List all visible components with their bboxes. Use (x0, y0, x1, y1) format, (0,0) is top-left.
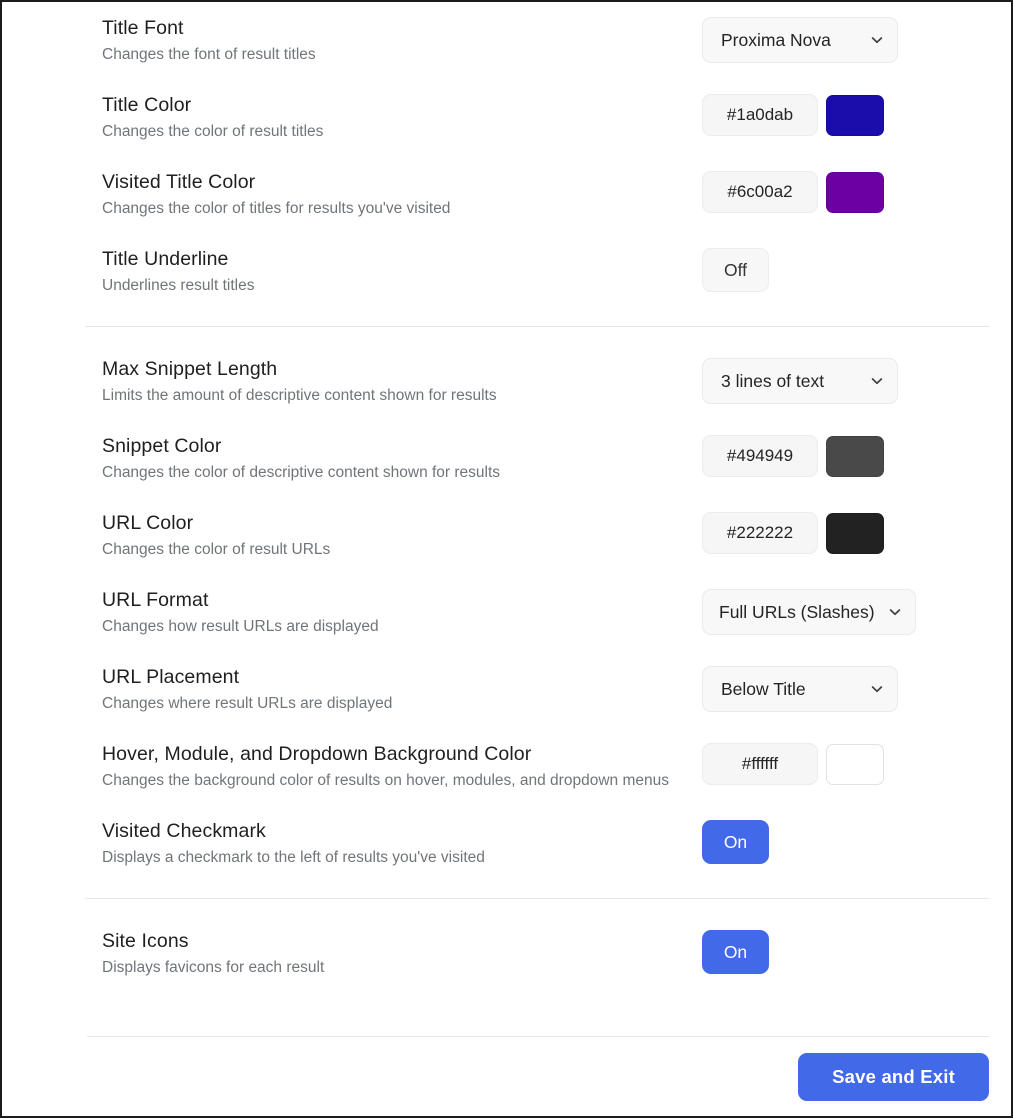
setting-title-visited-checkmark: Visited Checkmark (102, 820, 266, 842)
settings-scroll-area[interactable]: Title Font Changes the font of result tit… (2, 2, 1011, 1036)
setting-row-url-color: URL Color Changes the color of result URL… (2, 497, 1011, 574)
dropdown-value-url-format: Full URLs (Slashes) (719, 601, 875, 622)
setting-text-site-icons: Site Icons Displays favicons for each res… (102, 928, 702, 979)
setting-row-title-color: Title Color Changes the color of result t… (2, 79, 1011, 156)
control-url-format: Full URLs (Slashes) (702, 587, 916, 635)
setting-title-url-placement: URL Placement (102, 666, 240, 688)
toggle-title-underline[interactable]: Off (702, 248, 769, 292)
setting-description-max-snippet-length: Limits the amount of descriptive content… (102, 387, 497, 404)
setting-description-title-underline: Underlines result titles (102, 277, 255, 294)
chevron-down-icon (871, 375, 883, 387)
setting-title-url-format: URL Format (102, 589, 209, 611)
setting-row-site-icons: Site Icons Displays favicons for each res… (2, 915, 1011, 992)
setting-title-title-font: Title Font (102, 17, 184, 39)
setting-row-hover-module-and-dropdown-background-color: Hover, Module, and Dropdown Background C… (2, 728, 1011, 805)
section-divider (85, 898, 989, 899)
control-visited-title-color (702, 169, 884, 213)
setting-row-title-underline: Title Underline Underlines result titles O… (2, 233, 1011, 310)
control-visited-checkmark: On (702, 818, 769, 864)
setting-description-url-color: Changes the color of result URLs (102, 541, 331, 558)
hex-input-snippet-color[interactable] (702, 435, 818, 477)
setting-row-visited-checkmark: Visited Checkmark Displays a checkmark to… (2, 805, 1011, 882)
setting-row-url-format: URL Format Changes how result URLs are di… (2, 574, 1011, 651)
chevron-down-icon (871, 683, 883, 695)
setting-text-title-underline: Title Underline Underlines result titles (102, 246, 702, 297)
color-swatch-snippet-color[interactable] (826, 435, 884, 477)
setting-description-visited-checkmark: Displays a checkmark to the left of resu… (102, 849, 485, 866)
setting-text-url-placement: URL Placement Changes where result URLs a… (102, 664, 702, 715)
setting-text-title-color: Title Color Changes the color of result t… (102, 92, 702, 143)
section-divider (85, 326, 989, 327)
dropdown-value-title-font: Proxima Nova (721, 29, 831, 50)
setting-description-visited-title-color: Changes the color of titles for results … (102, 200, 451, 217)
title-group: Title Font Changes the font of result tit… (2, 2, 1011, 310)
setting-title-title-color: Title Color (102, 94, 192, 116)
toggle-visited-checkmark[interactable]: On (702, 820, 769, 864)
control-url-placement: Below Title (702, 664, 898, 712)
setting-row-title-font: Title Font Changes the font of result tit… (2, 2, 1011, 79)
setting-title-site-icons: Site Icons (102, 930, 189, 952)
setting-title-max-snippet-length: Max Snippet Length (102, 358, 278, 380)
hex-input-visited-title-color[interactable] (702, 171, 818, 213)
setting-row-snippet-color: Snippet Color Changes the color of descri… (2, 420, 1011, 497)
setting-text-url-color: URL Color Changes the color of result URL… (102, 510, 702, 561)
toggle-site-icons[interactable]: On (702, 930, 769, 974)
save-and-exit-button[interactable]: Save and Exit (798, 1052, 989, 1101)
setting-title-url-color: URL Color (102, 512, 194, 534)
control-title-font: Proxima Nova (702, 15, 898, 63)
control-max-snippet-length: 3 lines of text (702, 356, 898, 404)
footer-actions: Save and Exit (2, 1037, 1011, 1116)
color-swatch-url-color[interactable] (826, 512, 884, 554)
settings-groups: Title Font Changes the font of result tit… (2, 2, 1011, 992)
site-icons-group: Site Icons Displays favicons for each res… (2, 915, 1011, 992)
control-title-underline: Off (702, 246, 769, 292)
setting-text-hover-module-and-dropdown-background-color: Hover, Module, and Dropdown Background C… (102, 741, 702, 792)
setting-text-visited-checkmark: Visited Checkmark Displays a checkmark to… (102, 818, 702, 869)
control-url-color (702, 510, 884, 554)
setting-description-url-placement: Changes where result URLs are displayed (102, 695, 393, 712)
color-swatch-hover-module-and-dropdown-background-color[interactable] (826, 743, 884, 785)
setting-title-snippet-color: Snippet Color (102, 435, 222, 457)
chevron-down-icon (871, 34, 883, 46)
settings-panel: Title Font Changes the font of result tit… (0, 0, 1013, 1118)
dropdown-value-url-placement: Below Title (721, 678, 806, 699)
control-title-color (702, 92, 884, 136)
dropdown-value-max-snippet-length: 3 lines of text (721, 370, 825, 391)
setting-text-url-format: URL Format Changes how result URLs are di… (102, 587, 702, 638)
setting-title-hover-module-and-dropdown-background-color: Hover, Module, and Dropdown Background C… (102, 743, 532, 765)
dropdown-max-snippet-length[interactable]: 3 lines of text (702, 358, 898, 404)
setting-title-visited-title-color: Visited Title Color (102, 171, 256, 193)
snippet-url-group: Max Snippet Length Limits the amount of d… (2, 343, 1011, 882)
dropdown-url-placement[interactable]: Below Title (702, 666, 898, 712)
setting-text-visited-title-color: Visited Title Color Changes the color of … (102, 169, 702, 220)
color-swatch-title-color[interactable] (826, 94, 884, 136)
color-swatch-visited-title-color[interactable] (826, 171, 884, 213)
setting-text-max-snippet-length: Max Snippet Length Limits the amount of d… (102, 356, 702, 407)
setting-description-title-color: Changes the color of result titles (102, 123, 324, 140)
setting-description-site-icons: Displays favicons for each result (102, 959, 325, 976)
setting-text-snippet-color: Snippet Color Changes the color of descri… (102, 433, 702, 484)
setting-row-visited-title-color: Visited Title Color Changes the color of … (2, 156, 1011, 233)
setting-text-title-font: Title Font Changes the font of result tit… (102, 15, 702, 66)
chevron-down-icon (889, 606, 901, 618)
setting-description-snippet-color: Changes the color of descriptive content… (102, 464, 501, 481)
dropdown-url-format[interactable]: Full URLs (Slashes) (702, 589, 916, 635)
setting-title-title-underline: Title Underline (102, 248, 229, 270)
footer-bar: Save and Exit (2, 1036, 1011, 1116)
hex-input-url-color[interactable] (702, 512, 818, 554)
control-hover-module-and-dropdown-background-color (702, 741, 884, 785)
setting-row-url-placement: URL Placement Changes where result URLs a… (2, 651, 1011, 728)
setting-row-max-snippet-length: Max Snippet Length Limits the amount of d… (2, 343, 1011, 420)
setting-description-hover-module-and-dropdown-background-color: Changes the background color of results … (102, 772, 669, 789)
setting-description-title-font: Changes the font of result titles (102, 46, 316, 63)
control-snippet-color (702, 433, 884, 477)
setting-description-url-format: Changes how result URLs are displayed (102, 618, 379, 635)
dropdown-title-font[interactable]: Proxima Nova (702, 17, 898, 63)
control-site-icons: On (702, 928, 769, 974)
hex-input-title-color[interactable] (702, 94, 818, 136)
hex-input-hover-module-and-dropdown-background-color[interactable] (702, 743, 818, 785)
